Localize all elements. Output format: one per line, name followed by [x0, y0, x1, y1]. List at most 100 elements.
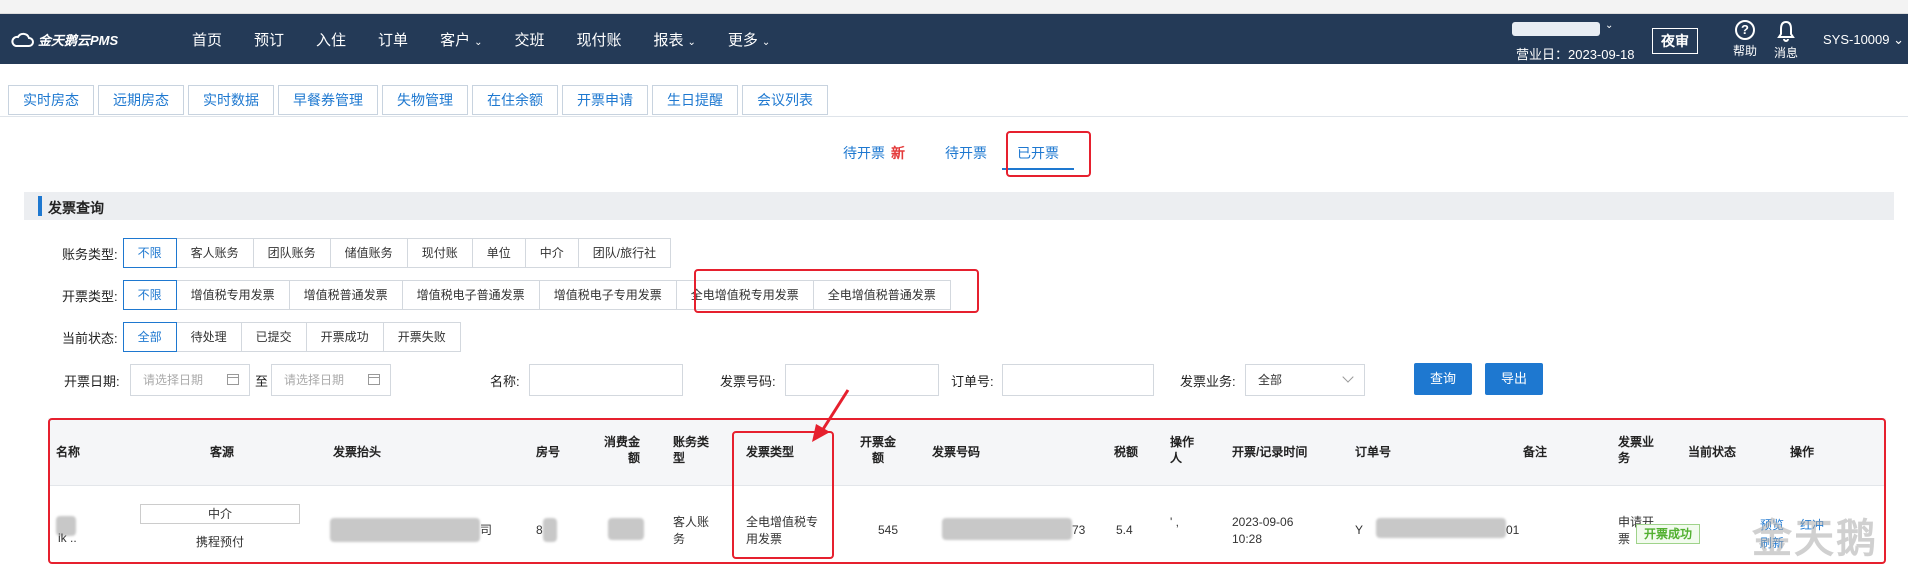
col-consume-amount: 消费金额 [604, 435, 641, 465]
invoice-type-option[interactable]: 全电增值税专用发票 [675, 280, 814, 310]
user-menu[interactable]: SYS-10009 ⌄ [1823, 32, 1904, 48]
help-button[interactable]: ? 帮助 [1728, 20, 1762, 59]
status-option[interactable]: 全部 [122, 322, 177, 352]
cell-invoice-type: 全电增值税专 用发票 [746, 515, 819, 546]
name-input[interactable] [529, 364, 683, 396]
app-logo[interactable]: 金天鹅云PMS [10, 30, 118, 49]
tab-realtime-data[interactable]: 实时数据 [188, 85, 274, 115]
tab-realtime-room-status[interactable]: 实时房态 [8, 85, 94, 115]
account-type-option[interactable]: 团队/旅行社 [577, 238, 672, 268]
account-type-option[interactable]: 团队账务 [252, 238, 331, 268]
source-tag: 中介 [140, 504, 300, 524]
cloud-logo-icon [11, 32, 34, 47]
account-type-option[interactable]: 不限 [122, 238, 177, 268]
redacted-invoice-title [330, 518, 480, 542]
cell-room: 8 [536, 523, 543, 537]
account-type-option[interactable]: 客人账务 [175, 238, 254, 268]
end-date-input[interactable]: 请选择日期 [271, 364, 391, 396]
redacted-invoice-number [942, 518, 1072, 540]
section-accent-bar [38, 196, 42, 216]
invoice-type-option[interactable]: 全电增值税普通发票 [812, 280, 951, 310]
tab-in-house-balance[interactable]: 在住余额 [472, 85, 558, 115]
account-type-option[interactable]: 储值账务 [329, 238, 408, 268]
chevron-down-icon[interactable]: ⌄ [1605, 20, 1613, 31]
redacted-consume-amount [608, 518, 644, 540]
messages-button[interactable]: 消息 [1769, 20, 1803, 61]
cell-issue-amount: 545 [878, 523, 899, 537]
invoice-number-label: 发票号码: [720, 374, 776, 389]
hotel-selector-redacted[interactable] [1512, 22, 1600, 36]
cell-account-type: 客人账务 [673, 515, 710, 546]
tab-lost-found[interactable]: 失物管理 [382, 85, 468, 115]
invoice-subtabs: 待开票新 待开票 已开票 [0, 143, 1908, 173]
subtab-pending-new[interactable]: 待开票新 [843, 143, 905, 163]
nav-reports[interactable]: 报表 ⌄ [654, 29, 696, 50]
filter-account-type: 账务类型: 不限 客人账务 团队账务 储值账务 现付账 单位 中介 团队/旅行社 [62, 238, 672, 268]
status-option[interactable]: 已提交 [240, 322, 307, 352]
col-tax: 税额 [1114, 445, 1139, 459]
nav-checkin[interactable]: 入住 [316, 29, 346, 50]
nav-reservation[interactable]: 预订 [254, 29, 284, 50]
col-action: 操作 [1790, 445, 1815, 459]
cell-invoice-title-tail: 司 [480, 523, 493, 537]
top-navigation-bar: 金天鹅云PMS 首页 预订 入住 订单 客户 ⌄ 交班 现付账 报表 ⌄ 更多 ⌄ ⌄… [0, 14, 1908, 64]
invoice-type-option[interactable]: 不限 [122, 280, 177, 310]
cell-operator: ' , [1170, 515, 1179, 529]
col-invoice-business: 发票业务 [1618, 435, 1655, 465]
status-option[interactable]: 待处理 [175, 322, 242, 352]
invoice-type-option[interactable]: 增值税电子普通发票 [401, 280, 540, 310]
order-number-input[interactable] [1002, 364, 1154, 396]
col-invoice-type: 发票类型 [746, 445, 795, 459]
status-option[interactable]: 开票失败 [382, 322, 461, 352]
app-name: 金天鹅云PMS [38, 33, 119, 48]
account-type-option[interactable]: 单位 [471, 238, 526, 268]
col-invoice-title: 发票抬头 [333, 445, 382, 459]
tab-invoice-request[interactable]: 开票申请 [562, 85, 648, 115]
order-number-label: 订单号: [951, 374, 994, 389]
col-order-number: 订单号 [1355, 445, 1392, 459]
chevron-down-icon: ⌄ [1893, 32, 1905, 47]
status-badge: 开票成功 [1636, 524, 1701, 544]
query-button[interactable]: 查询 [1414, 363, 1472, 395]
account-type-option[interactable]: 现付账 [406, 238, 473, 268]
cell-order-number-tail: 01 [1506, 523, 1520, 537]
status-option[interactable]: 开票成功 [305, 322, 384, 352]
col-remark: 备注 [1523, 445, 1548, 459]
browser-bookmarks-bar [0, 0, 1908, 14]
col-account-type: 账务类型 [673, 435, 710, 465]
nav-home[interactable]: 首页 [192, 29, 222, 50]
section-header: 发票查询 [24, 192, 1894, 220]
calendar-icon [227, 374, 239, 385]
tab-future-room-status[interactable]: 远期房态 [98, 85, 184, 115]
subtab-issued[interactable]: 已开票 [1017, 143, 1059, 163]
nav-cash-account[interactable]: 现付账 [576, 29, 621, 50]
active-subtab-indicator [1002, 168, 1074, 170]
tab-birthday-reminder[interactable]: 生日提醒 [652, 85, 738, 115]
calendar-icon [368, 374, 380, 385]
export-button[interactable]: 导出 [1485, 363, 1543, 395]
invoice-type-option[interactable]: 增值税专用发票 [175, 280, 290, 310]
invoice-type-option[interactable]: 增值税电子专用发票 [538, 280, 677, 310]
new-badge: 新 [891, 145, 905, 161]
date-label: 开票日期: [64, 374, 120, 389]
table-header: 名称 客源 发票抬头 房号 消费金额 账务类型 发票类型 开票金额 发票号码 税… [48, 418, 1886, 486]
col-room: 房号 [536, 445, 561, 459]
filter-label: 当前状态: [62, 330, 118, 346]
start-date-input[interactable]: 请选择日期 [130, 364, 250, 396]
nav-customers[interactable]: 客户 ⌄ [440, 29, 482, 50]
tab-meeting-list[interactable]: 会议列表 [742, 85, 828, 115]
tab-breakfast-voucher[interactable]: 早餐券管理 [278, 85, 378, 115]
subtab-pending[interactable]: 待开票 [945, 143, 987, 163]
night-audit-button[interactable]: 夜审 [1652, 28, 1698, 54]
nav-more[interactable]: 更多 ⌄ [728, 29, 770, 50]
nav-orders[interactable]: 订单 [378, 29, 408, 50]
nav-shift[interactable]: 交班 [514, 29, 544, 50]
col-source: 客源 [210, 445, 235, 459]
redacted-order-number [1376, 518, 1506, 538]
account-type-option[interactable]: 中介 [524, 238, 579, 268]
invoice-table: 名称 客源 发票抬头 房号 消费金额 账务类型 发票类型 开票金额 发票号码 税… [48, 418, 1886, 564]
filter-status: 当前状态: 全部 待处理 已提交 开票成功 开票失败 [62, 322, 461, 352]
invoice-business-select[interactable]: 全部 [1245, 364, 1365, 396]
invoice-type-option[interactable]: 增值税普通发票 [288, 280, 403, 310]
col-issue-time: 开票/记录时间 [1232, 445, 1308, 459]
